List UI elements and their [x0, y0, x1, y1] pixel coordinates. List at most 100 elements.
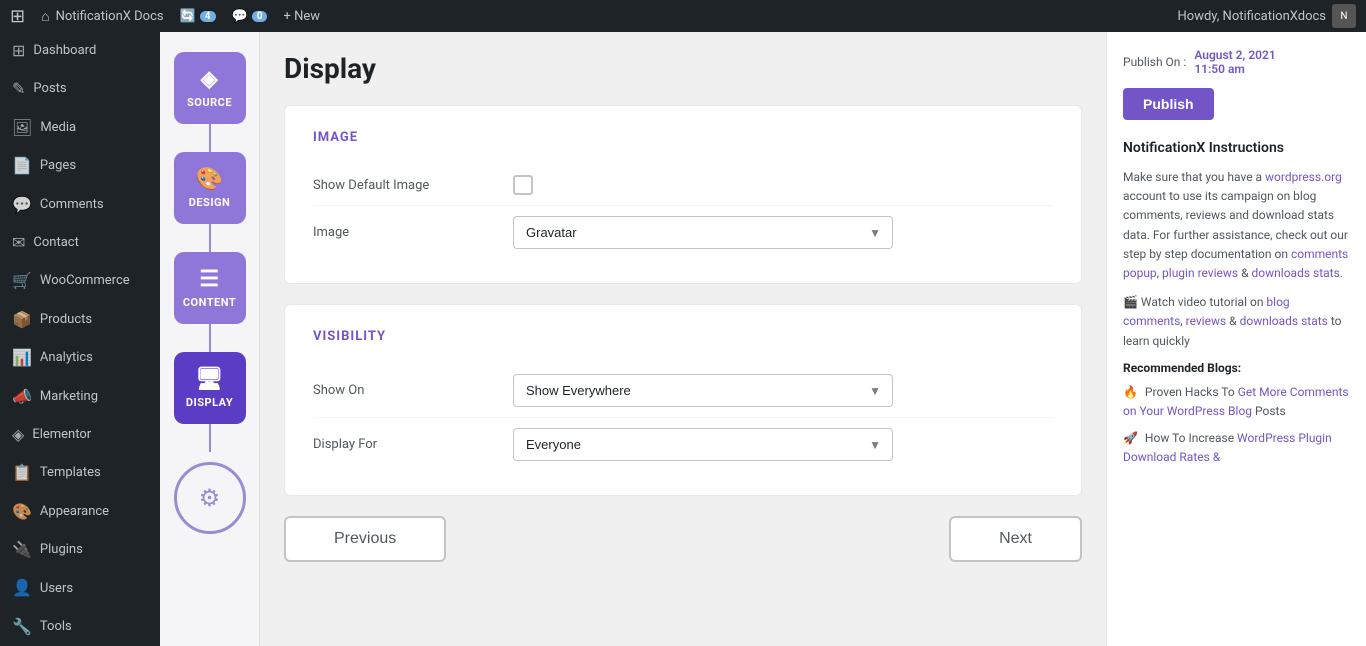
- site-name-label: NotificationX Docs: [56, 9, 164, 24]
- wp-logo-icon[interactable]: ⊞: [10, 6, 25, 27]
- sidebar-item-elementor[interactable]: ◈ Elementor: [0, 416, 160, 454]
- show-default-image-row: Show Default Image: [313, 165, 1053, 205]
- main-layout: ⊞ Dashboard ✎ Posts 🖼 Media 📄 Pages 💬 Co…: [0, 32, 1366, 646]
- sidebar-item-tools[interactable]: 🔧 Tools: [0, 608, 160, 646]
- sidebar-item-users[interactable]: 👤 Users: [0, 569, 160, 607]
- media-icon: 🖼: [12, 117, 32, 139]
- show-on-control: Show Everywhere Show on Homepage Show on…: [513, 374, 1053, 407]
- wizard-step-source[interactable]: ◈ SOURCE: [174, 52, 246, 124]
- sidebar-item-marketing[interactable]: 📣 Marketing: [0, 378, 160, 416]
- display-for-row: Display For Everyone Logged In Users Log…: [313, 417, 1053, 471]
- show-on-row: Show On Show Everywhere Show on Homepage…: [313, 364, 1053, 417]
- users-icon: 👤: [12, 577, 32, 599]
- new-label: + New: [283, 9, 320, 24]
- recommended-emoji-1: 🔥: [1123, 385, 1138, 399]
- image-control: Gravatar Custom Image None ▼: [513, 216, 1053, 249]
- avatar[interactable]: N: [1332, 4, 1356, 28]
- wizard-step-design[interactable]: 🎨 DESIGN: [174, 152, 246, 224]
- get-more-comments-link[interactable]: Get More Comments on Your WordPress Blog: [1123, 385, 1349, 418]
- plugins-icon: 🔌: [12, 539, 32, 561]
- admin-bar: ⊞ ⌂ NotificationX Docs 🔄 4 💬 0 + New How…: [0, 0, 1366, 32]
- main-content: Display IMAGE Show Default Image Image G…: [260, 32, 1106, 646]
- sidebar-item-analytics[interactable]: 📊 Analytics: [0, 339, 160, 377]
- sidebar: ⊞ Dashboard ✎ Posts 🖼 Media 📄 Pages 💬 Co…: [0, 32, 160, 646]
- wordpress-org-link[interactable]: wordpress.org: [1265, 170, 1342, 184]
- templates-icon: 📋: [12, 462, 32, 484]
- sidebar-label-appearance: Appearance: [40, 503, 109, 521]
- display-for-select[interactable]: Everyone Logged In Users Logged Out User…: [513, 428, 893, 461]
- reviews-link[interactable]: reviews: [1186, 314, 1227, 328]
- sidebar-label-plugins: Plugins: [40, 541, 83, 559]
- publish-on-label: Publish On :: [1123, 55, 1186, 69]
- sidebar-item-plugins[interactable]: 🔌 Plugins: [0, 531, 160, 569]
- comments-item[interactable]: 💬 0: [232, 9, 268, 24]
- sidebar-item-media[interactable]: 🖼 Media: [0, 109, 160, 147]
- wizard-connector-2: [209, 224, 211, 252]
- updates-item[interactable]: 🔄 4: [180, 9, 216, 24]
- wizard-step-settings[interactable]: ⚙: [174, 462, 246, 534]
- publish-section: Publish On : August 2, 2021 11:50 am Pub…: [1123, 48, 1350, 120]
- display-for-select-wrapper: Everyone Logged In Users Logged Out User…: [513, 428, 893, 461]
- recommended-emoji-2: 🚀: [1123, 431, 1138, 445]
- previous-button[interactable]: Previous: [284, 516, 446, 562]
- sidebar-item-posts[interactable]: ✎ Posts: [0, 70, 160, 108]
- sidebar-label-posts: Posts: [33, 80, 66, 98]
- howdy-label: Howdy, NotificationXdocs: [1178, 9, 1326, 24]
- wizard-step-content[interactable]: ☰ CONTENT: [174, 252, 246, 324]
- sidebar-label-elementor: Elementor: [32, 426, 91, 444]
- contact-icon: ✉: [12, 232, 25, 254]
- sidebar-label-tools: Tools: [40, 618, 72, 636]
- wizard-step-display[interactable]: 🖥 DISPLAY: [174, 352, 246, 424]
- video-block: 🎬 Watch video tutorial on blog comments,…: [1123, 293, 1350, 351]
- sidebar-label-templates: Templates: [40, 464, 101, 482]
- sidebar-item-comments[interactable]: 💬 Comments: [0, 186, 160, 224]
- design-step-icon: 🎨: [196, 167, 224, 192]
- sidebar-item-appearance[interactable]: 🎨 Appearance: [0, 493, 160, 531]
- sidebar-item-products[interactable]: 📦 Products: [0, 301, 160, 339]
- sidebar-label-marketing: Marketing: [40, 388, 98, 406]
- show-default-image-checkbox[interactable]: [513, 175, 533, 195]
- elementor-icon: ◈: [12, 424, 24, 446]
- sidebar-item-contact[interactable]: ✉ Contact: [0, 224, 160, 262]
- howdy-section: Howdy, NotificationXdocs N: [1178, 4, 1356, 28]
- site-name[interactable]: ⌂ NotificationX Docs: [41, 8, 164, 25]
- image-section-title: IMAGE: [313, 130, 1053, 145]
- plugin-reviews-link[interactable]: plugin reviews: [1162, 266, 1238, 280]
- image-select[interactable]: Gravatar Custom Image None: [513, 216, 893, 249]
- wizard-connector-1: [209, 124, 211, 152]
- publish-time-value: 11:50 am: [1194, 62, 1245, 76]
- source-step-label: SOURCE: [187, 96, 232, 109]
- new-item[interactable]: + New: [283, 9, 320, 24]
- display-for-control: Everyone Logged In Users Logged Out User…: [513, 428, 1053, 461]
- publish-button[interactable]: Publish: [1123, 88, 1214, 120]
- comments-menu-icon: 💬: [12, 194, 32, 216]
- content-step-label: CONTENT: [183, 296, 236, 309]
- recommended-item-1: 🔥 Proven Hacks To Get More Comments on Y…: [1123, 383, 1350, 421]
- show-default-image-control: [513, 175, 1053, 195]
- comments-icon: 💬: [232, 9, 248, 24]
- show-on-select[interactable]: Show Everywhere Show on Homepage Show on…: [513, 374, 893, 407]
- instructions-text: Make sure that you have a wordpress.org …: [1123, 168, 1350, 283]
- sidebar-item-woocommerce[interactable]: 🛒 WooCommerce: [0, 262, 160, 300]
- next-button[interactable]: Next: [949, 516, 1082, 562]
- house-icon: ⌂: [41, 8, 49, 25]
- show-on-label: Show On: [313, 383, 493, 398]
- downloads-stats-link[interactable]: downloads stats: [1252, 266, 1340, 280]
- content-step-icon: ☰: [199, 267, 219, 292]
- sidebar-item-dashboard[interactable]: ⊞ Dashboard: [0, 32, 160, 70]
- visibility-section-card: VISIBILITY Show On Show Everywhere Show …: [284, 304, 1082, 496]
- sidebar-label-products: Products: [40, 311, 92, 329]
- marketing-icon: 📣: [12, 386, 32, 408]
- sidebar-label-users: Users: [40, 580, 73, 598]
- pages-icon: 📄: [12, 155, 32, 177]
- download-stats-video-link[interactable]: downloads stats: [1240, 314, 1328, 328]
- sidebar-item-pages[interactable]: 📄 Pages: [0, 147, 160, 185]
- comments-badge: 0: [252, 11, 268, 22]
- wp-plugin-download-link[interactable]: WordPress Plugin Download Rates &: [1123, 431, 1332, 464]
- sidebar-label-woo: WooCommerce: [40, 272, 130, 290]
- display-for-label: Display For: [313, 437, 493, 452]
- show-on-select-wrapper: Show Everywhere Show on Homepage Show on…: [513, 374, 893, 407]
- source-step-icon: ◈: [201, 67, 218, 92]
- sidebar-label-media: Media: [40, 119, 76, 137]
- sidebar-item-templates[interactable]: 📋 Templates: [0, 454, 160, 492]
